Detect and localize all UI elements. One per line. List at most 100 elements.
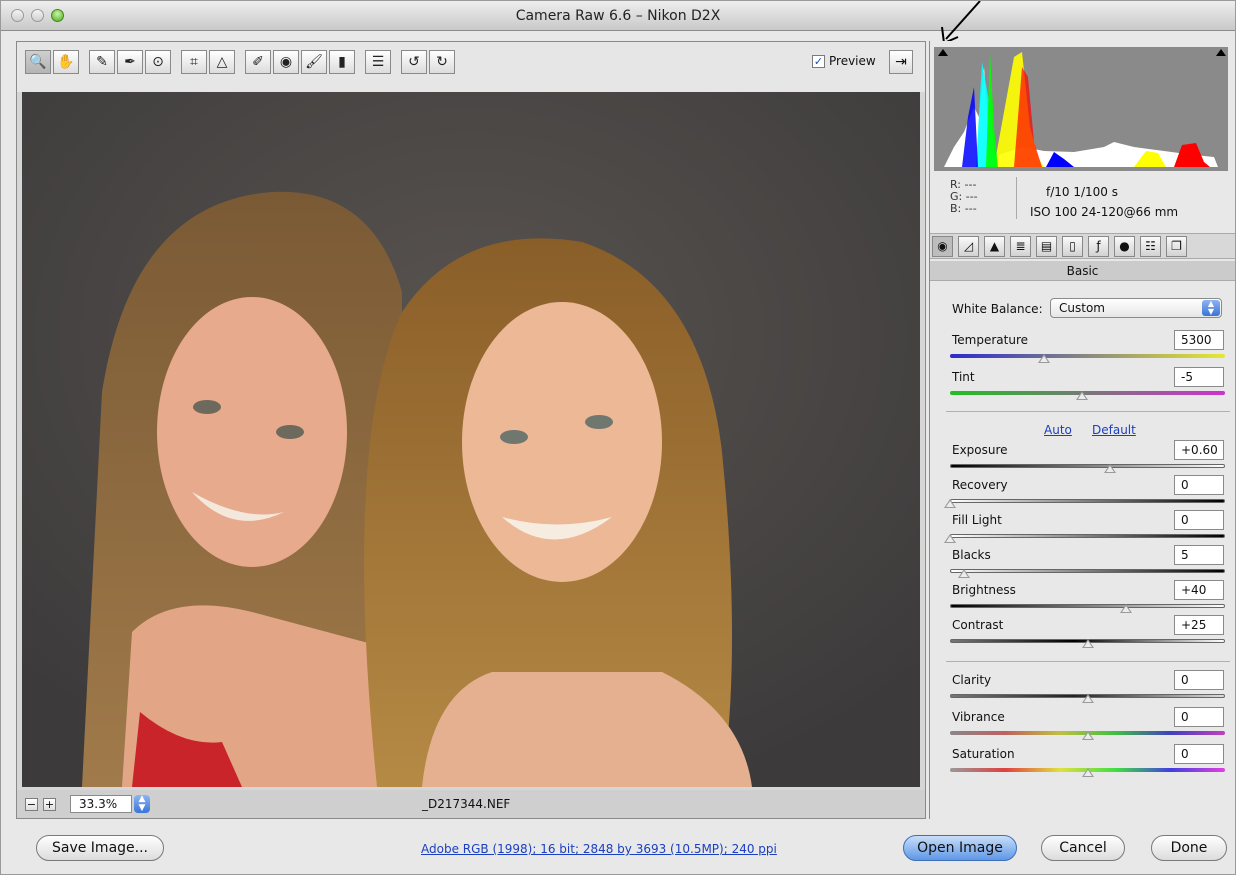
shadow-clipping-warning-icon[interactable] bbox=[938, 49, 948, 56]
settings-panel: R: --- G: --- B: --- f/10 1/100 s ISO 10… bbox=[929, 41, 1235, 819]
highlight-clipping-warning-icon[interactable] bbox=[1216, 49, 1226, 56]
temperature-track[interactable] bbox=[950, 354, 1225, 358]
save-image-button[interactable]: Save Image... bbox=[36, 835, 164, 861]
vibrance-label: Vibrance bbox=[952, 710, 1005, 724]
cancel-button[interactable]: Cancel bbox=[1041, 835, 1125, 861]
zoom-tool-icon[interactable]: 🔍 bbox=[25, 50, 51, 74]
lens-corrections-icon[interactable]: ▯ bbox=[1062, 236, 1083, 257]
hand-tool-icon[interactable]: ✋ bbox=[53, 50, 79, 74]
tint-label: Tint bbox=[952, 370, 975, 384]
recovery-thumb[interactable] bbox=[944, 499, 956, 508]
color-sampler-tool-icon[interactable]: ✒ bbox=[117, 50, 143, 74]
brightness-field[interactable]: +40 bbox=[1174, 580, 1224, 600]
preferences-icon[interactable]: ☰ bbox=[365, 50, 391, 74]
blacks-field[interactable]: 5 bbox=[1174, 545, 1224, 565]
fullscreen-toggle-icon[interactable]: ⇥ bbox=[889, 50, 913, 74]
targeted-adjustment-tool-icon[interactable]: ⊙ bbox=[145, 50, 171, 74]
white-balance-select[interactable]: Custom ▲ ▼ bbox=[1050, 298, 1222, 318]
graduated-filter-tool-icon[interactable]: ▮ bbox=[329, 50, 355, 74]
saturation-field[interactable]: 0 bbox=[1174, 744, 1224, 764]
recovery-label: Recovery bbox=[952, 478, 1008, 492]
blacks-label: Blacks bbox=[952, 548, 991, 562]
auto-link[interactable]: Auto bbox=[1044, 423, 1072, 437]
red-eye-removal-tool-icon[interactable]: ◉ bbox=[273, 50, 299, 74]
portrait-photo bbox=[22, 92, 920, 787]
camera-raw-window: Camera Raw 6.6 – Nikon D2X 🔍 ✋ ✎ ✒ ⊙ ⌗ △… bbox=[0, 0, 1236, 875]
zoom-out-button[interactable]: − bbox=[25, 798, 38, 811]
brightness-track[interactable] bbox=[950, 604, 1225, 608]
crop-tool-icon[interactable]: ⌗ bbox=[181, 50, 207, 74]
basic-icon[interactable]: ◉ bbox=[932, 236, 953, 257]
tone-curve-icon[interactable]: ◿ bbox=[958, 236, 979, 257]
image-preview[interactable] bbox=[22, 92, 920, 787]
split-toning-icon[interactable]: ▤ bbox=[1036, 236, 1057, 257]
fill-light-field[interactable]: 0 bbox=[1174, 510, 1224, 530]
zoom-level-stepper-icon[interactable]: ▲ ▼ bbox=[134, 795, 150, 813]
exposure-label: Exposure bbox=[952, 443, 1008, 457]
toolbar: 🔍 ✋ ✎ ✒ ⊙ ⌗ △ ✐ ◉ 🖌 ▮ ☰ ↺ ↻ ✓ Preview ⇥ bbox=[17, 42, 925, 92]
temperature-label: Temperature bbox=[952, 333, 1029, 347]
vibrance-field[interactable]: 0 bbox=[1174, 707, 1224, 727]
panel-title: Basic bbox=[930, 261, 1235, 281]
blacks-thumb[interactable] bbox=[957, 569, 970, 578]
tint-field[interactable]: -5 bbox=[1174, 367, 1224, 387]
white-balance-value: Custom bbox=[1059, 301, 1105, 315]
divider bbox=[946, 411, 1230, 412]
contrast-thumb[interactable] bbox=[1081, 639, 1094, 648]
preview-toggle[interactable]: ✓ Preview bbox=[812, 54, 876, 68]
clarity-thumb[interactable] bbox=[1081, 694, 1094, 703]
title-bar[interactable]: Camera Raw 6.6 – Nikon D2X bbox=[1, 1, 1235, 31]
clarity-field[interactable]: 0 bbox=[1174, 670, 1224, 690]
contrast-field[interactable]: +25 bbox=[1174, 615, 1224, 635]
window-title: Camera Raw 6.6 – Nikon D2X bbox=[515, 8, 721, 24]
exposure-track[interactable] bbox=[950, 464, 1225, 468]
recovery-field[interactable]: 0 bbox=[1174, 475, 1224, 495]
preview-checkbox[interactable]: ✓ bbox=[812, 54, 825, 68]
exposure-field[interactable]: +0.60 bbox=[1174, 440, 1224, 460]
contrast-label: Contrast bbox=[952, 618, 1004, 632]
aperture-shutter: f/10 1/100 s bbox=[1046, 185, 1118, 199]
workflow-options-link[interactable]: Adobe RGB (1998); 16 bit; 2848 by 3693 (… bbox=[421, 842, 777, 856]
fill-light-thumb[interactable] bbox=[944, 534, 956, 543]
white-balance-tool-icon[interactable]: ✎ bbox=[89, 50, 115, 74]
done-button[interactable]: Done bbox=[1151, 835, 1227, 861]
select-arrows-icon: ▲ ▼ bbox=[1202, 300, 1220, 316]
snapshots-icon[interactable]: ❐ bbox=[1166, 236, 1187, 257]
divider bbox=[946, 661, 1230, 662]
zoom-in-button[interactable]: + bbox=[43, 798, 56, 811]
histogram bbox=[934, 47, 1228, 171]
readout-divider bbox=[1016, 177, 1017, 219]
brightness-thumb[interactable] bbox=[1120, 604, 1132, 613]
vibrance-thumb[interactable] bbox=[1081, 731, 1094, 740]
open-image-button[interactable]: Open Image bbox=[903, 835, 1017, 861]
straighten-tool-icon[interactable]: △ bbox=[209, 50, 235, 74]
zoom-level-field[interactable]: 33.3% bbox=[70, 795, 132, 813]
camera-calibration-icon[interactable]: ● bbox=[1114, 236, 1135, 257]
fill-light-label: Fill Light bbox=[952, 513, 1002, 527]
histogram-graph bbox=[944, 52, 1218, 167]
default-link[interactable]: Default bbox=[1092, 423, 1136, 437]
adjustment-brush-tool-icon[interactable]: 🖌 bbox=[301, 50, 327, 74]
white-balance-label: White Balance: bbox=[952, 302, 1043, 316]
temperature-field[interactable]: 5300 bbox=[1174, 330, 1224, 350]
saturation-label: Saturation bbox=[952, 747, 1015, 761]
detail-icon[interactable]: ▲ bbox=[984, 236, 1005, 257]
hsl-icon[interactable]: ≣ bbox=[1010, 236, 1031, 257]
exposure-thumb[interactable] bbox=[1103, 464, 1116, 473]
spot-removal-tool-icon[interactable]: ✐ bbox=[245, 50, 271, 74]
rotate-ccw-icon[interactable]: ↺ bbox=[401, 50, 427, 74]
readout-area: R: --- G: --- B: --- f/10 1/100 s ISO 10… bbox=[934, 175, 1228, 223]
status-bar: − + 33.3% ▲ ▼ _D217344.NEF bbox=[17, 790, 925, 818]
saturation-thumb[interactable] bbox=[1081, 768, 1094, 777]
file-name: _D217344.NEF bbox=[422, 797, 511, 811]
tint-thumb[interactable] bbox=[1076, 391, 1088, 400]
temperature-thumb[interactable] bbox=[1037, 354, 1050, 363]
presets-icon[interactable]: ☷ bbox=[1140, 236, 1161, 257]
effects-icon[interactable]: ƒ bbox=[1088, 236, 1109, 257]
fill-light-track[interactable] bbox=[950, 534, 1225, 538]
recovery-track[interactable] bbox=[950, 499, 1225, 503]
blacks-track[interactable] bbox=[950, 569, 1225, 573]
rotate-cw-icon[interactable]: ↻ bbox=[429, 50, 455, 74]
clarity-label: Clarity bbox=[952, 673, 992, 687]
iso-lens: ISO 100 24-120@66 mm bbox=[1030, 205, 1179, 219]
